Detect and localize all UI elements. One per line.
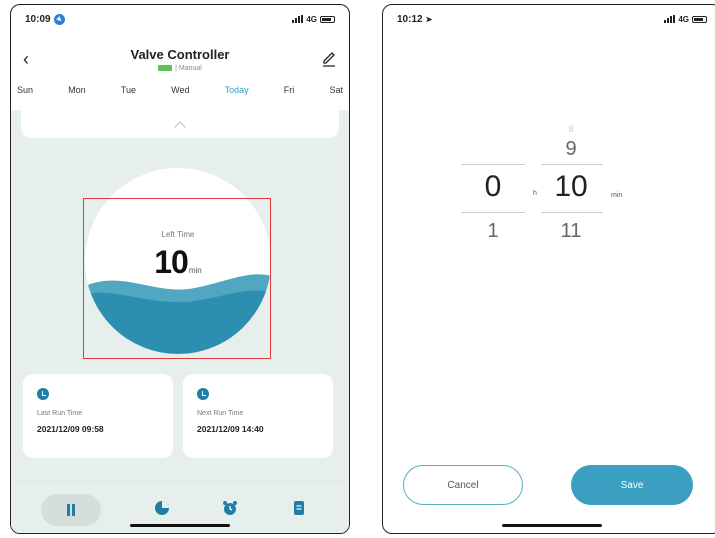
bottom-nav [11, 481, 349, 533]
device-status: | Manual [11, 65, 349, 72]
alarm-clock-icon[interactable] [222, 500, 238, 516]
day-tab-today[interactable]: Today [225, 85, 249, 95]
clock-icon [197, 388, 209, 400]
hour-unit: h [533, 190, 537, 197]
mode-label: | Manual [175, 65, 202, 72]
minute-above-faint[interactable]: 8 [551, 124, 591, 134]
battery-icon [320, 15, 335, 23]
picker-divider [461, 164, 525, 165]
duration-picker[interactable]: 0 1 h 8 9 10 11 min [383, 120, 715, 270]
hour-below[interactable]: 1 [473, 220, 513, 243]
picker-divider [541, 212, 603, 213]
valve-controller-screen: 10:09 4G ‹ Valve Controller | Manual Sun… [10, 4, 350, 534]
status-time: 10:09 [25, 13, 51, 25]
chevron-up-icon [174, 121, 186, 133]
day-tab-sun[interactable]: Sun [17, 85, 33, 95]
list-icon[interactable] [291, 500, 307, 516]
location-icon [53, 13, 65, 25]
edit-pencil-icon[interactable] [321, 49, 337, 67]
day-tab-fri[interactable]: Fri [284, 85, 295, 95]
pause-button[interactable] [41, 494, 101, 526]
timer-icon[interactable] [154, 500, 170, 516]
time-picker-screen: 10:12 ➤ 4G 0 1 h 8 9 10 11 min Cancel Sa… [382, 4, 715, 534]
minute-unit: min [611, 192, 623, 199]
clock-icon [37, 388, 49, 400]
minute-below[interactable]: 11 [551, 220, 591, 243]
next-run-card: Next Run Time 2021/12/09 14:40 [183, 374, 333, 458]
save-button[interactable]: Save [571, 465, 693, 505]
network-type: 4G [306, 14, 317, 24]
cancel-button[interactable]: Cancel [403, 465, 523, 505]
next-run-label: Next Run Time [197, 410, 244, 417]
minute-above[interactable]: 9 [551, 138, 591, 161]
signal-icon [292, 15, 304, 23]
home-indicator [502, 524, 602, 527]
highlight-box [83, 198, 271, 359]
last-run-card: Last Run Time 2021/12/09 09:58 [23, 374, 173, 458]
picker-divider [541, 164, 603, 165]
location-arrow-icon: ➤ [425, 14, 433, 24]
home-indicator [130, 524, 230, 527]
day-tab-tue[interactable]: Tue [121, 85, 136, 95]
content-area: Left Time 10min Last Run Time 2021/12/09… [11, 110, 349, 533]
collapse-handle[interactable] [21, 110, 339, 138]
picker-divider [461, 212, 525, 213]
status-time: 10:12 [397, 13, 423, 25]
next-run-value: 2021/12/09 14:40 [197, 424, 264, 434]
status-bar: 10:12 ➤ 4G [383, 5, 715, 33]
last-run-label: Last Run Time [37, 410, 83, 417]
battery-icon [692, 15, 707, 23]
last-run-value: 2021/12/09 09:58 [37, 424, 104, 434]
device-battery-icon [158, 65, 173, 72]
nav-header: ‹ Valve Controller | Manual [11, 43, 349, 83]
hour-selected[interactable]: 0 [473, 170, 513, 204]
weekday-selector: Sun Mon Tue Wed Today Fri Sat [17, 85, 343, 95]
day-tab-sat[interactable]: Sat [329, 85, 343, 95]
network-type: 4G [678, 14, 689, 24]
day-tab-mon[interactable]: Mon [68, 85, 86, 95]
minute-selected[interactable]: 10 [543, 170, 599, 204]
status-bar: 10:09 4G [11, 5, 349, 33]
page-title: Valve Controller [130, 47, 230, 62]
day-tab-wed[interactable]: Wed [171, 85, 189, 95]
signal-icon [664, 15, 676, 23]
